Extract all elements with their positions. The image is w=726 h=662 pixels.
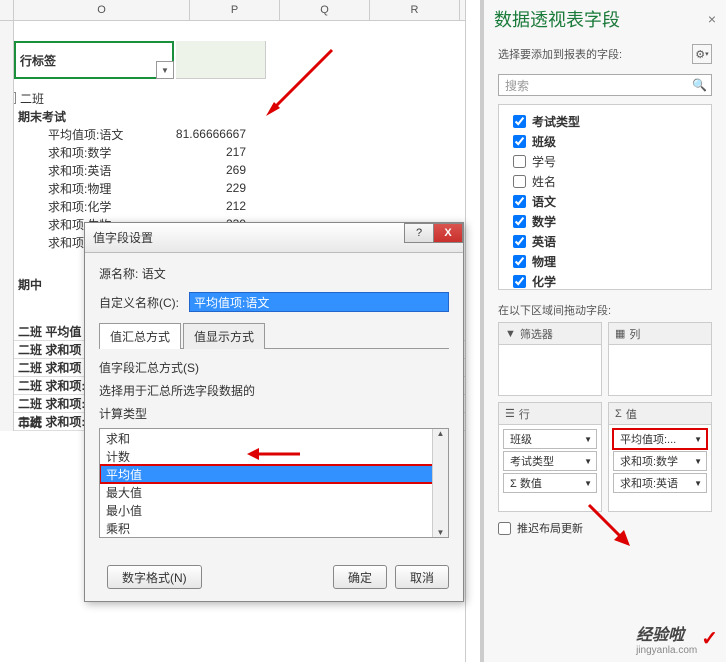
list-item-sum[interactable]: 求和 — [100, 429, 448, 447]
watermark: 经验啦 jingyanla.com ✓ — [636, 621, 718, 656]
search-input[interactable]: 搜索 🔍 — [498, 74, 712, 96]
value-chip-average[interactable]: 平均值项:...▼ — [613, 429, 707, 449]
dialog-title: 值字段设置 — [93, 229, 153, 246]
value-chip[interactable]: 求和项:数学▼ — [613, 451, 707, 471]
calc-desc-label: 选择用于汇总所选字段数据的 — [99, 382, 449, 399]
list-item-count[interactable]: 计数 — [100, 447, 448, 465]
field-item[interactable]: 物理 — [513, 251, 697, 271]
values-area[interactable]: Σ值 平均值项:...▼ 求和项:数学▼ 求和项:英语▼ — [608, 402, 712, 512]
pivot-value[interactable]: 269 — [162, 163, 252, 177]
field-item[interactable]: 学号 — [513, 151, 697, 171]
listbox-scrollbar[interactable]: ▲▼ — [432, 429, 448, 537]
tab-display-method[interactable]: 值显示方式 — [183, 323, 265, 349]
number-format-button[interactable]: 数字格式(N) — [107, 565, 202, 589]
tree-node-class[interactable]: −二班 — [0, 90, 162, 107]
value-chip[interactable]: 求和项:英语▼ — [613, 473, 707, 493]
list-item-min[interactable]: 最小值 — [100, 501, 448, 519]
pivot-value[interactable]: 81.66666667 — [162, 127, 252, 141]
pivot-value-label[interactable]: 求和项:数学 — [0, 144, 162, 161]
pivot-value[interactable]: 229 — [162, 181, 252, 195]
filter-area[interactable]: ▼筛选器 — [498, 322, 602, 396]
sigma-icon: Σ — [615, 408, 622, 420]
pivot-value-label[interactable]: 求和项:化学 — [0, 198, 162, 215]
pivot-value-label[interactable]: 求和项:物理 — [0, 180, 162, 197]
areas-label: 在以下区域间拖动字段: — [484, 290, 726, 322]
selection-extent — [176, 41, 266, 79]
field-item[interactable]: 姓名 — [513, 171, 697, 191]
list-item-product[interactable]: 乘积 — [100, 519, 448, 537]
field-item[interactable]: 英语 — [513, 231, 697, 251]
column-headers: O P Q R — [0, 0, 465, 21]
pivot-fields-panel: 数据透视表字段 × 选择要添加到报表的字段: ⚙▾ 搜索 🔍 考试类型 班级 学… — [480, 0, 726, 662]
field-checkbox[interactable] — [513, 115, 526, 128]
dialog-help-button[interactable]: ? — [404, 223, 434, 243]
ok-button[interactable]: 确定 — [333, 565, 387, 589]
field-list: 考试类型 班级 学号 姓名 语文 数学 英语 物理 化学 生物 — [498, 104, 712, 290]
list-item-max[interactable]: 最大值 — [100, 483, 448, 501]
field-checkbox[interactable] — [513, 135, 526, 148]
rows-icon: ☰ — [505, 407, 515, 420]
panel-subtitle: 选择要添加到报表的字段: — [498, 46, 622, 62]
row-chip[interactable]: Σ 数值▼ — [503, 473, 597, 493]
dialog-titlebar[interactable]: 值字段设置 ? X — [85, 223, 463, 253]
pivot-value-label[interactable]: 求和项:英语 — [0, 162, 162, 179]
field-item[interactable]: 班级 — [513, 131, 697, 151]
rows-area[interactable]: ☰行 班级▼ 考试类型▼ Σ 数值▼ — [498, 402, 602, 512]
dialog-close-button[interactable]: X — [433, 223, 463, 243]
field-item[interactable]: 语文 — [513, 191, 697, 211]
tree-node-exam1[interactable]: 期末考试 — [0, 108, 162, 125]
field-checkbox[interactable] — [513, 215, 526, 228]
columns-area[interactable]: ▦列 — [608, 322, 712, 396]
panel-close-icon[interactable]: × — [708, 11, 716, 27]
filter-icon: ▼ — [505, 328, 516, 340]
field-checkbox[interactable] — [513, 235, 526, 248]
pivot-value[interactable]: 212 — [162, 199, 252, 213]
value-field-settings-dialog: 值字段设置 ? X 源名称: 语文 自定义名称(C): 值汇总方式 值显示方式 … — [84, 222, 464, 602]
col-header-r[interactable]: R — [370, 0, 460, 20]
tab-summary-method[interactable]: 值汇总方式 — [99, 323, 181, 349]
calc-type-label: 计算类型 — [99, 405, 449, 422]
panel-title: 数据透视表字段 — [494, 6, 708, 32]
field-checkbox[interactable] — [513, 175, 526, 188]
defer-label: 推迟布局更新 — [517, 520, 583, 536]
pivot-value-label[interactable]: 平均值项:语文 — [0, 126, 162, 143]
field-checkbox[interactable] — [513, 255, 526, 268]
summary-method-label: 值字段汇总方式(S) — [99, 359, 449, 376]
row-chip[interactable]: 考试类型▼ — [503, 451, 597, 471]
cancel-button[interactable]: 取消 — [395, 565, 449, 589]
custom-name-input[interactable] — [189, 292, 449, 312]
field-item[interactable]: 考试类型 — [513, 111, 697, 131]
active-cell-value: 行标签 — [20, 52, 56, 69]
field-item[interactable]: 数学 — [513, 211, 697, 231]
field-checkbox[interactable] — [513, 195, 526, 208]
corner-header[interactable] — [0, 0, 14, 20]
custom-name-label: 自定义名称(C): — [99, 294, 189, 311]
search-placeholder: 搜索 — [505, 77, 529, 94]
row-chip[interactable]: 班级▼ — [503, 429, 597, 449]
row-header-column — [0, 21, 14, 431]
filter-dropdown-icon[interactable]: ▼ — [156, 61, 174, 79]
field-checkbox[interactable] — [513, 155, 526, 168]
search-icon[interactable]: 🔍 — [692, 78, 707, 92]
col-header-p[interactable]: P — [190, 0, 280, 20]
field-item[interactable]: 化学 — [513, 271, 697, 290]
gear-icon[interactable]: ⚙▾ — [692, 44, 712, 64]
check-icon: ✓ — [701, 626, 718, 651]
col-header-q[interactable]: Q — [280, 0, 370, 20]
col-header-o[interactable]: O — [14, 0, 190, 20]
pivot-value[interactable]: 217 — [162, 145, 252, 159]
columns-icon: ▦ — [615, 327, 625, 340]
source-name-label: 源名称: 语文 — [99, 265, 166, 282]
field-checkbox[interactable] — [513, 275, 526, 288]
calc-type-listbox[interactable]: 求和 计数 平均值 最大值 最小值 乘积 ▲▼ — [99, 428, 449, 538]
defer-checkbox[interactable] — [498, 522, 511, 535]
active-cell[interactable]: 行标签 ▼ — [14, 41, 174, 79]
list-item-average[interactable]: 平均值 — [100, 465, 448, 483]
